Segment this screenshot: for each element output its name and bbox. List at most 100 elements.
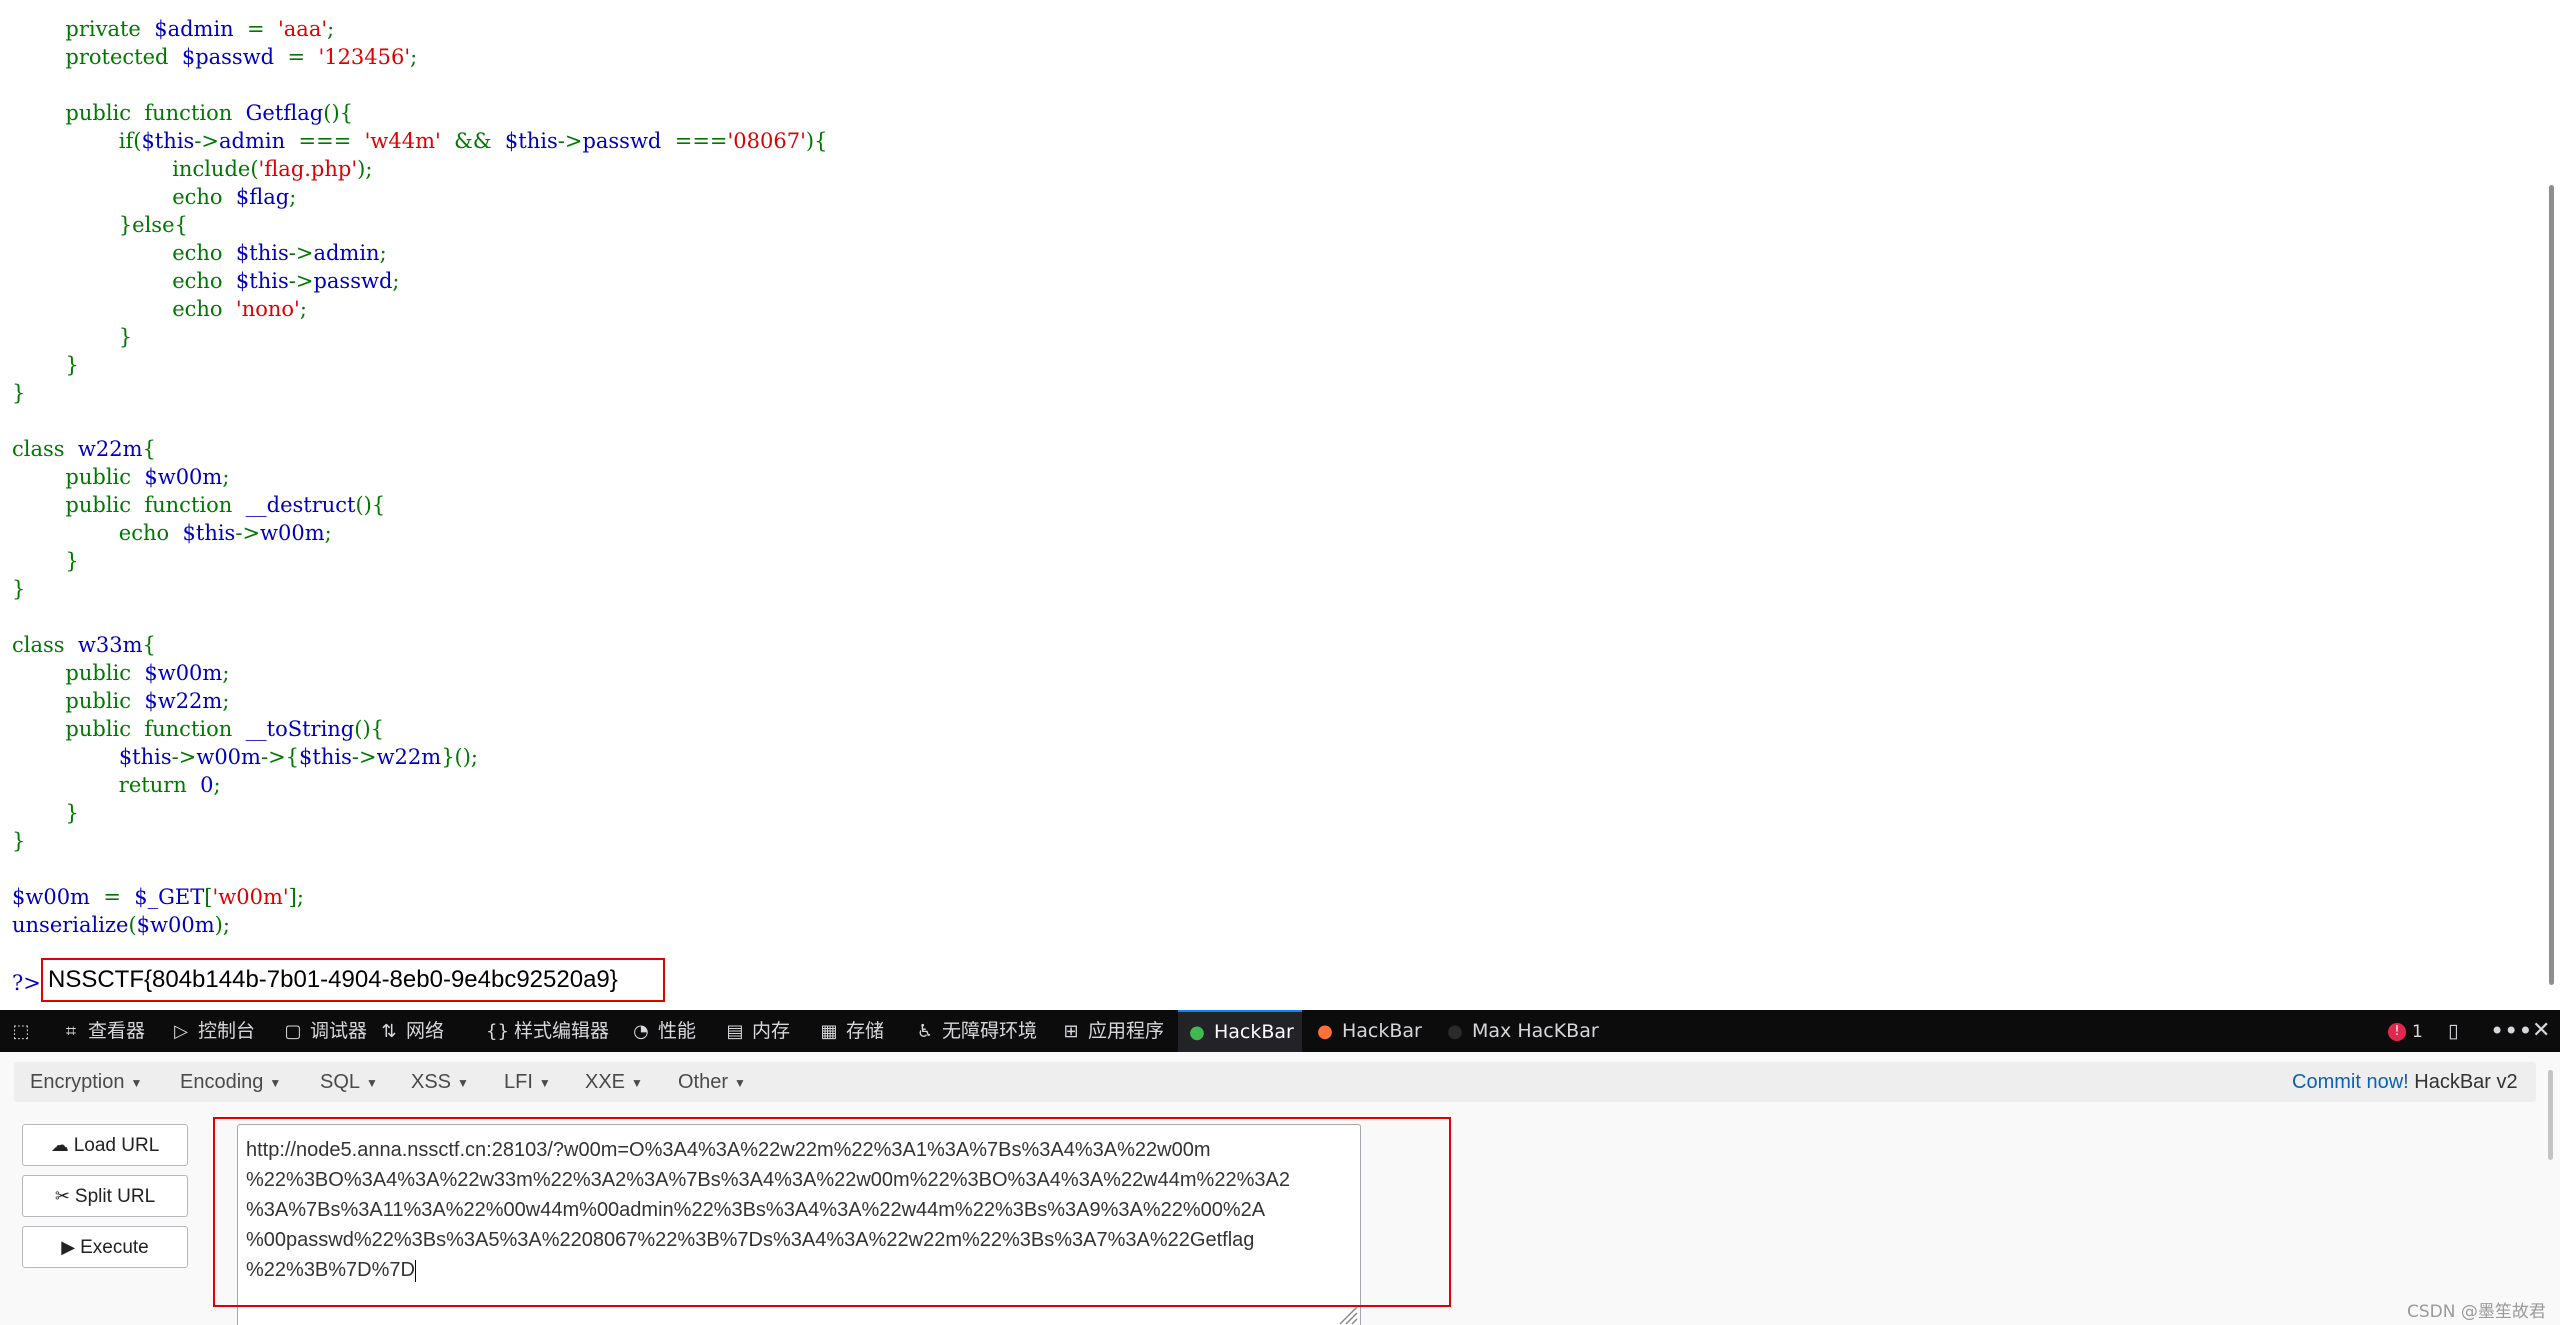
code-token: $this bbox=[235, 269, 289, 293]
tab-label: HackBar bbox=[1342, 1020, 1422, 1042]
code-token: $passwd bbox=[181, 45, 288, 69]
load-url-button[interactable]: ☁ Load URL bbox=[22, 1124, 188, 1166]
code-token: $w22m bbox=[144, 689, 223, 713]
code-token: -> bbox=[288, 269, 314, 293]
tab-accessibility[interactable]: ♿ 无障碍环境 bbox=[914, 1010, 1037, 1052]
max-hackbar-icon: ● bbox=[1447, 1021, 1463, 1042]
code-token: w22m bbox=[376, 745, 442, 769]
menu-lfi[interactable]: LFI ▼ bbox=[504, 1062, 551, 1102]
inspector-icon: ⌗ bbox=[65, 1021, 77, 1042]
code-token: -> bbox=[288, 241, 314, 265]
menu-encoding[interactable]: Encoding ▼ bbox=[180, 1062, 281, 1102]
more-options-icon[interactable]: ••• bbox=[2490, 1010, 2532, 1052]
code-token: 'aaa' bbox=[278, 17, 328, 41]
code-token: ->{ bbox=[260, 745, 300, 769]
split-url-button[interactable]: ✂ Split URL bbox=[22, 1175, 188, 1217]
code-token: echo bbox=[12, 241, 236, 265]
menu-encryption[interactable]: Encryption ▼ bbox=[30, 1062, 142, 1102]
network-icon: ⇅ bbox=[381, 1021, 397, 1042]
code-token: public bbox=[12, 465, 145, 489]
menu-other[interactable]: Other ▼ bbox=[678, 1062, 746, 1102]
tab-application[interactable]: ⊞ 应用程序 bbox=[1060, 1010, 1164, 1052]
error-count-badge[interactable]: ! 1 bbox=[2388, 1010, 2423, 1052]
code-line: echo $this->w00m; bbox=[12, 519, 332, 547]
accessibility-icon: ♿ bbox=[916, 1021, 934, 1042]
tab-hackbar-2[interactable]: ● HackBar bbox=[1314, 1010, 1422, 1052]
style-editor-icon: {} bbox=[486, 1021, 509, 1042]
code-token: = bbox=[287, 45, 319, 69]
tab-debugger[interactable]: ▢ 调试器 bbox=[282, 1010, 367, 1052]
commit-now-link[interactable]: Commit now! bbox=[2292, 1071, 2409, 1093]
tab-label: 查看器 bbox=[88, 1020, 146, 1042]
hackbar-menu: Encryption ▼ Encoding ▼ SQL ▼ XSS ▼ LFI ▼ XXE… bbox=[14, 1062, 2536, 1102]
hackbar-scrollbar[interactable] bbox=[2548, 1070, 2553, 1160]
code-token: $this bbox=[141, 129, 195, 153]
code-token: echo bbox=[12, 185, 236, 209]
element-picker-icon[interactable]: ⬚ bbox=[10, 1010, 38, 1052]
application-icon: ⊞ bbox=[1063, 1021, 1079, 1042]
cloud-download-icon: ☁ bbox=[50, 1135, 69, 1155]
tab-label: HackBar bbox=[1214, 1021, 1294, 1043]
code-token: 'w44m' bbox=[364, 129, 455, 153]
code-token: w00m bbox=[260, 521, 325, 545]
tab-max-hackbar[interactable]: ● Max HacKBar bbox=[1444, 1010, 1599, 1052]
code-token: __toString bbox=[245, 717, 355, 741]
code-token: 'flag.php' bbox=[258, 157, 358, 181]
code-token: } bbox=[12, 801, 79, 825]
devtools-toolbar: ⬚ ⌗ 查看器 ▷ 控制台 ▢ 调试器 ⇅ 网络 {} 样式编辑器 ◔ 性能 ▤ 内存 ▦ 存储 ♿ 无障碍环境 ⊞… bbox=[0, 1010, 2560, 1052]
code-token: class bbox=[12, 633, 78, 657]
code-token: ; bbox=[222, 661, 230, 685]
code-token: === bbox=[674, 129, 728, 153]
code-token: (){ bbox=[354, 717, 385, 741]
code-token: class bbox=[12, 437, 78, 461]
menu-xss[interactable]: XSS ▼ bbox=[411, 1062, 469, 1102]
tab-label: 调试器 bbox=[310, 1020, 368, 1042]
performance-icon: ◔ bbox=[633, 1021, 649, 1042]
tab-console[interactable]: ▷ 控制台 bbox=[170, 1010, 255, 1052]
tab-performance[interactable]: ◔ 性能 bbox=[630, 1010, 696, 1052]
tab-inspector[interactable]: ⌗ 查看器 bbox=[60, 1010, 145, 1052]
code-token: }(); bbox=[441, 745, 479, 769]
close-devtools-icon[interactable]: ✕ bbox=[2532, 1010, 2550, 1052]
menu-xxe[interactable]: XXE ▼ bbox=[585, 1062, 643, 1102]
code-token: = bbox=[103, 885, 135, 909]
code-token: ; bbox=[379, 241, 387, 265]
code-token: $w00m bbox=[12, 885, 104, 909]
code-line: return 0; bbox=[12, 771, 221, 799]
code-token: ; bbox=[222, 689, 230, 713]
code-line: } bbox=[12, 827, 25, 855]
code-token: $admin bbox=[154, 17, 248, 41]
code-token: ; bbox=[327, 17, 335, 41]
code-line: } bbox=[12, 351, 78, 379]
code-token: $w00m bbox=[144, 661, 223, 685]
code-token: __destruct bbox=[245, 493, 356, 517]
code-line: echo $this->admin; bbox=[12, 239, 387, 267]
responsive-design-icon[interactable]: ▯ bbox=[2448, 1010, 2458, 1052]
tab-memory[interactable]: ▤ 内存 bbox=[724, 1010, 790, 1052]
code-line: public $w00m; bbox=[12, 463, 229, 491]
code-line: ?> bbox=[12, 969, 41, 997]
code-token: private bbox=[12, 17, 155, 41]
code-line: public function Getflag(){ bbox=[12, 99, 353, 127]
execute-button[interactable]: ▶ Execute bbox=[22, 1226, 188, 1268]
code-token: -> bbox=[171, 745, 197, 769]
tab-style-editor[interactable]: {} 样式编辑器 bbox=[486, 1010, 609, 1052]
code-token: $this bbox=[235, 241, 289, 265]
caret-down-icon: ▼ bbox=[457, 1075, 469, 1090]
tab-storage[interactable]: ▦ 存储 bbox=[818, 1010, 884, 1052]
code-line: } bbox=[12, 575, 25, 603]
code-token: -> bbox=[194, 129, 220, 153]
tab-network[interactable]: ⇅ 网络 bbox=[378, 1010, 444, 1052]
hackbar-2-icon: ● bbox=[1317, 1021, 1333, 1042]
page-scrollbar[interactable] bbox=[2549, 185, 2554, 985]
tab-label: 无障碍环境 bbox=[942, 1020, 1038, 1042]
tab-hackbar-active[interactable]: ● HackBar bbox=[1178, 1010, 1302, 1052]
code-token: $this bbox=[299, 745, 352, 769]
flag-output: NSSCTF{804b144b-7b01-4904-8eb0-9e4bc9252… bbox=[48, 966, 618, 993]
code-token: -> bbox=[235, 521, 261, 545]
code-token: 'nono' bbox=[235, 297, 300, 321]
menu-sql[interactable]: SQL ▼ bbox=[320, 1062, 378, 1102]
code-token: ; bbox=[324, 521, 332, 545]
resize-grip-icon[interactable] bbox=[1336, 1303, 1358, 1325]
caret-down-icon: ▼ bbox=[538, 1075, 551, 1090]
